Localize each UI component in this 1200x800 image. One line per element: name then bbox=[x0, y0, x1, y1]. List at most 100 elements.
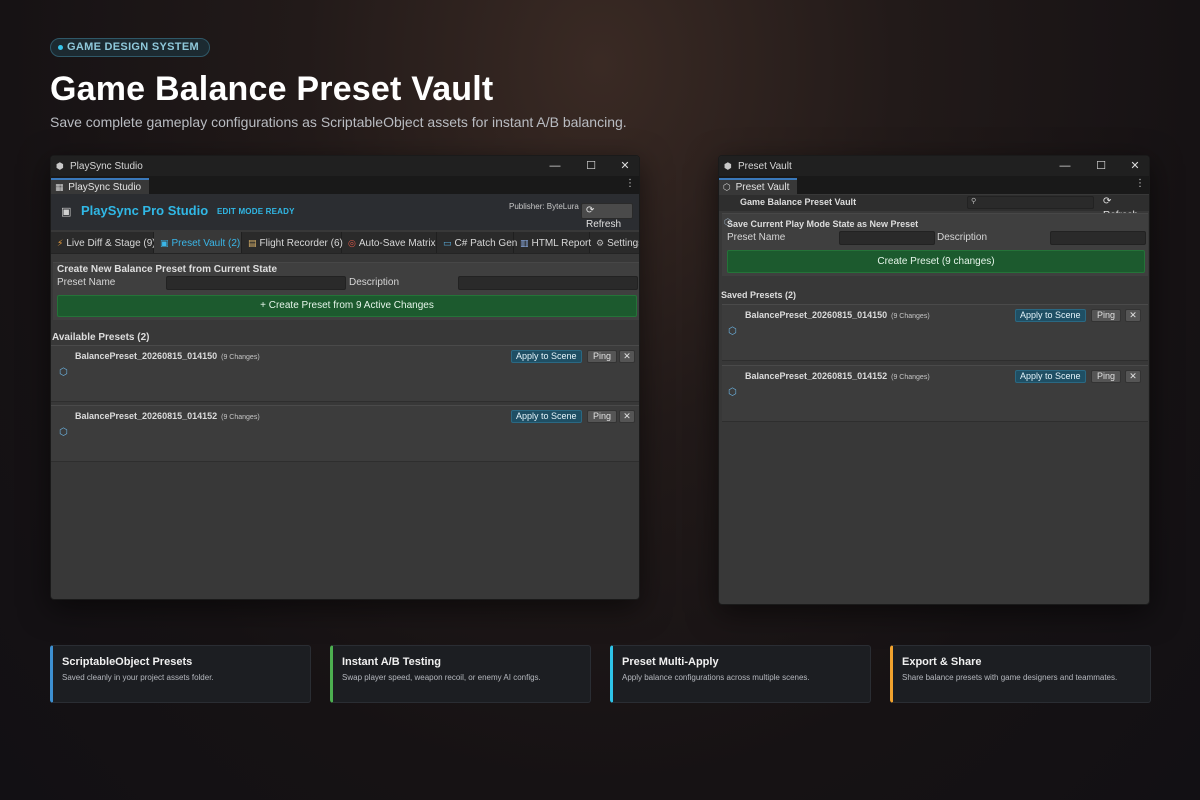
tab-auto-save[interactable]: ◎ Auto-Save Matrix bbox=[342, 232, 437, 253]
refresh-button[interactable]: ⟳ Refresh bbox=[1099, 195, 1149, 221]
brand-title: PlaySync Pro Studio bbox=[81, 203, 209, 218]
preset-change-count: (9 Changes) bbox=[891, 374, 930, 381]
studio-header: ▣ PlaySync Pro Studio EDIT MODE READY Pu… bbox=[51, 194, 639, 230]
preset-card: BalancePreset_20260815_014150 (9 Changes)… bbox=[51, 345, 639, 402]
scroll-icon: ▤ bbox=[248, 238, 257, 248]
dock-tabstrip: ▦ PlaySync Studio ⋮ bbox=[51, 176, 639, 194]
feature-title: Preset Multi-Apply bbox=[622, 656, 719, 668]
refresh-label: Refresh bbox=[586, 219, 622, 230]
toolbar-title: Game Balance Preset Vault bbox=[740, 197, 857, 207]
minimize-icon[interactable]: — bbox=[1053, 156, 1077, 176]
description-label: Description bbox=[937, 232, 988, 243]
category-pill: GAME DESIGN SYSTEM bbox=[50, 38, 210, 57]
tab-label: Preset Vault (2) bbox=[171, 238, 241, 249]
maximize-icon[interactable]: ☐ bbox=[1089, 156, 1113, 176]
preset-name-field[interactable] bbox=[839, 231, 935, 245]
close-icon[interactable]: ✕ bbox=[1123, 156, 1147, 176]
apply-to-scene-button[interactable]: Apply to Scene bbox=[511, 350, 582, 363]
apply-to-scene-button[interactable]: Apply to Scene bbox=[511, 410, 582, 423]
preset-change-count: (9 Changes) bbox=[221, 414, 260, 421]
maximize-icon[interactable]: ☐ bbox=[579, 156, 603, 176]
window-titlebar[interactable]: ⬢ PlaySync Studio — ☐ ✕ bbox=[51, 156, 639, 176]
save-preset-box: ⬡ Save Current Play Mode State as New Pr… bbox=[722, 213, 1148, 276]
create-preset-button[interactable]: Create Preset (9 changes) bbox=[727, 250, 1145, 273]
description-label: Description bbox=[349, 277, 400, 288]
mode-badge: EDIT MODE READY bbox=[217, 207, 295, 216]
feature-title: ScriptableObject Presets bbox=[62, 656, 193, 668]
chart-icon: ▥ bbox=[520, 238, 529, 248]
feature-card-scriptableobject: ScriptableObject Presets Saved cleanly i… bbox=[50, 645, 311, 703]
window-titlebar[interactable]: ⬢ Preset Vault — ☐ ✕ bbox=[719, 156, 1149, 176]
tab-label: Flight Recorder (6) bbox=[259, 238, 343, 249]
create-section-title: Create New Balance Preset from Current S… bbox=[57, 264, 278, 275]
tab-settings[interactable]: ⚙Settings bbox=[590, 232, 639, 253]
preset-change-count: (9 Changes) bbox=[891, 313, 930, 320]
bag-icon: ▣ bbox=[61, 206, 72, 218]
ping-button[interactable]: Ping bbox=[587, 410, 618, 423]
create-preset-button[interactable]: + Create Preset from 9 Active Changes bbox=[57, 295, 637, 317]
vault-toolbar: Game Balance Preset Vault ⚲ ⟳ Refresh bbox=[719, 195, 1149, 221]
publisher-label: Publisher: ByteLura bbox=[509, 202, 579, 211]
tab-flight-recorder[interactable]: ▤ Flight Recorder (6) bbox=[242, 232, 343, 253]
dock-tab-label: Preset Vault bbox=[735, 182, 790, 193]
remove-preset-button[interactable]: ✕ bbox=[1125, 309, 1141, 322]
tab-html-report[interactable]: ▥ HTML Report bbox=[514, 232, 592, 253]
pill-dot-icon bbox=[58, 45, 63, 50]
tab-preset-vault[interactable]: ▣ Preset Vault (2) bbox=[154, 232, 242, 253]
page-subtitle: Save complete gameplay configurations as… bbox=[50, 114, 627, 130]
tab-label: Live Diff & Stage (9) bbox=[66, 238, 156, 249]
kebab-menu-icon[interactable]: ⋮ bbox=[625, 178, 635, 189]
available-presets-title: Available Presets (2) bbox=[52, 332, 150, 343]
scriptable-object-icon: ⬡ bbox=[728, 326, 737, 337]
dock-tab-playsync[interactable]: ▦ PlaySync Studio bbox=[51, 178, 150, 194]
remove-preset-button[interactable]: ✕ bbox=[1125, 370, 1141, 383]
dock-tab-label: PlaySync Studio bbox=[68, 182, 142, 193]
close-icon[interactable]: ✕ bbox=[613, 156, 637, 176]
preset-name-label: Preset Name bbox=[727, 232, 786, 243]
tab-label: Auto-Save Matrix bbox=[358, 238, 436, 249]
tab-label: C# Patch Gen bbox=[454, 238, 518, 249]
feature-title: Instant A/B Testing bbox=[342, 656, 441, 668]
description-field[interactable] bbox=[1050, 231, 1146, 245]
unity-logo-icon: ⬢ bbox=[56, 161, 64, 171]
unity-logo-icon: ⬢ bbox=[724, 161, 732, 171]
pill-label: GAME DESIGN SYSTEM bbox=[67, 41, 199, 53]
preset-name-text: BalancePreset_20260815_014152 bbox=[745, 371, 888, 381]
dock-tabstrip: ⬡ Preset Vault ⋮ bbox=[719, 176, 1149, 194]
cube-icon: ⬡ bbox=[723, 182, 731, 192]
refresh-button[interactable]: ⟳ Refresh bbox=[581, 203, 633, 230]
tab-live-diff[interactable]: ⚡ Live Diff & Stage (9) bbox=[51, 232, 156, 253]
preset-name-field[interactable] bbox=[166, 276, 346, 290]
saved-presets-title: Saved Presets (2) bbox=[721, 290, 797, 300]
scriptable-object-icon: ⬡ bbox=[59, 367, 68, 378]
preset-name-text: BalancePreset_20260815_014152 bbox=[75, 411, 218, 421]
feature-card-export-share: Export & Share Share balance presets wit… bbox=[890, 645, 1151, 703]
tab-label: HTML Report bbox=[531, 238, 592, 249]
preset-name: BalancePreset_20260815_014152 (9 Changes) bbox=[745, 371, 930, 381]
remove-preset-button[interactable]: ✕ bbox=[619, 410, 635, 423]
preset-name-label: Preset Name bbox=[57, 277, 116, 288]
apply-to-scene-button[interactable]: Apply to Scene bbox=[1015, 370, 1086, 383]
search-input[interactable]: ⚲ bbox=[967, 196, 1094, 209]
preset-card: BalancePreset_20260815_014150 (9 Changes)… bbox=[722, 304, 1148, 361]
feature-title: Export & Share bbox=[902, 656, 982, 668]
preset-name: BalancePreset_20260815_014152 (9 Changes) bbox=[75, 411, 260, 421]
preset-vault-window: ⬢ Preset Vault — ☐ ✕ ⬡ Preset Vault ⋮ Ga… bbox=[718, 155, 1150, 605]
description-field[interactable] bbox=[458, 276, 638, 290]
ping-button[interactable]: Ping bbox=[1091, 309, 1122, 322]
ping-button[interactable]: Ping bbox=[587, 350, 618, 363]
scriptable-object-icon: ⬡ bbox=[728, 387, 737, 398]
dock-tab-preset-vault[interactable]: ⬡ Preset Vault bbox=[719, 178, 798, 194]
window-title: PlaySync Studio bbox=[70, 160, 143, 172]
tab-label: Settings bbox=[607, 238, 639, 249]
page-title: Game Balance Preset Vault bbox=[50, 70, 494, 108]
feature-description: Share balance presets with game designer… bbox=[902, 673, 1118, 682]
remove-preset-button[interactable]: ✕ bbox=[619, 350, 635, 363]
apply-to-scene-button[interactable]: Apply to Scene bbox=[1015, 309, 1086, 322]
ping-button[interactable]: Ping bbox=[1091, 370, 1122, 383]
tab-patch-gen[interactable]: ▭ C# Patch Gen bbox=[437, 232, 517, 253]
target-icon: ◎ bbox=[348, 238, 356, 248]
minimize-icon[interactable]: — bbox=[543, 156, 567, 176]
preset-card: BalancePreset_20260815_014152 (9 Changes)… bbox=[722, 365, 1148, 422]
kebab-menu-icon[interactable]: ⋮ bbox=[1135, 178, 1145, 189]
